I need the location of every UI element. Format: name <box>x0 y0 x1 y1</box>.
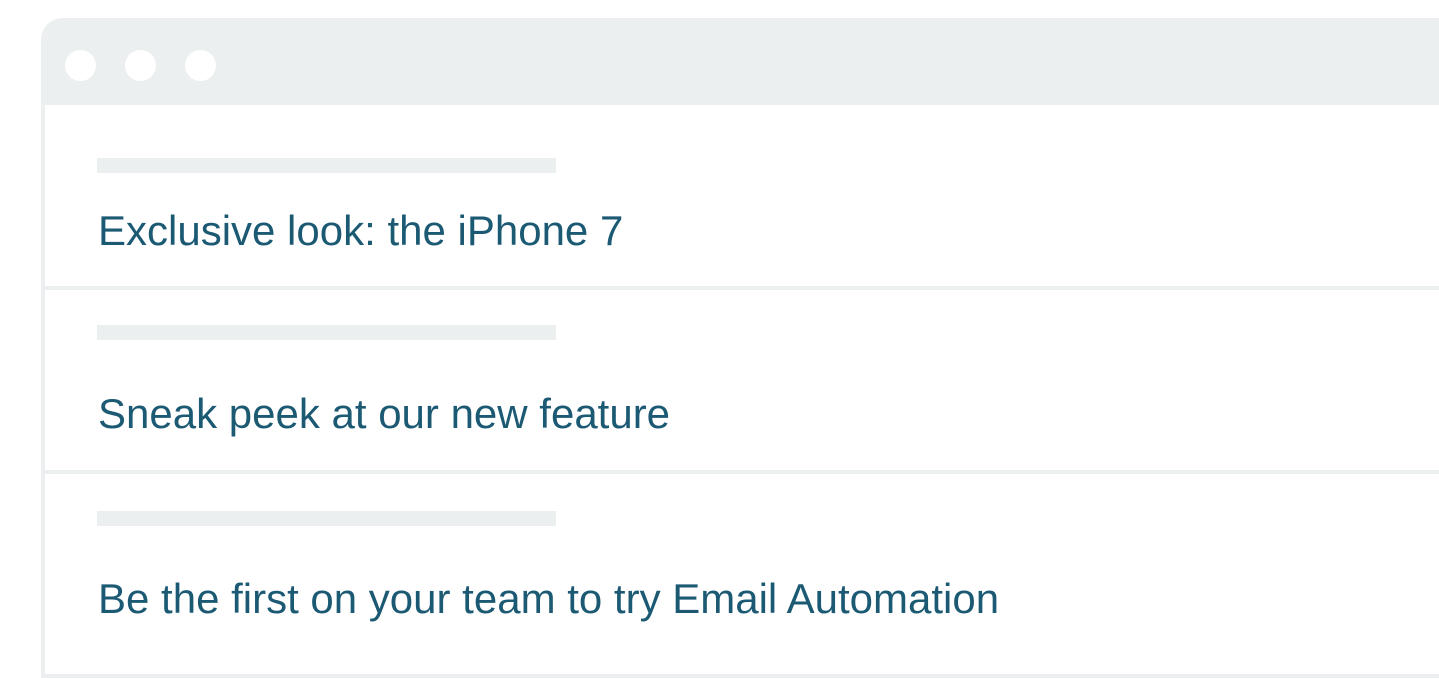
sender-placeholder-bar <box>97 158 556 173</box>
sender-placeholder-bar <box>97 325 556 340</box>
email-client-window: Exclusive look: the iPhone 7 Sneak peek … <box>41 18 1439 678</box>
email-subject: Be the first on your team to try Email A… <box>98 575 1000 622</box>
close-window-icon[interactable] <box>65 50 96 81</box>
window-titlebar <box>45 22 1439 105</box>
email-subject: Sneak peek at our new feature <box>98 390 671 437</box>
maximize-window-icon[interactable] <box>185 50 216 81</box>
email-list-item[interactable]: Sneak peek at our new feature <box>45 290 1439 471</box>
email-subject: Exclusive look: the iPhone 7 <box>98 207 624 254</box>
email-list-item[interactable]: Exclusive look: the iPhone 7 <box>45 105 1439 286</box>
minimize-window-icon[interactable] <box>125 50 156 81</box>
sender-placeholder-bar <box>97 511 556 526</box>
email-list-item[interactable]: Be the first on your team to try Email A… <box>45 474 1439 674</box>
